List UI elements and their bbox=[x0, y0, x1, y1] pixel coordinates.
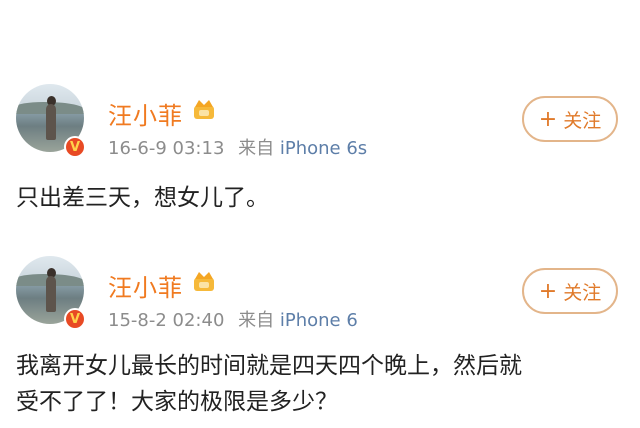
username[interactable]: 汪小菲 bbox=[108, 96, 183, 131]
post-meta: 15-8-2 02:40 来自 iPhone 6 bbox=[108, 306, 358, 332]
follow-button[interactable]: + 关注 bbox=[522, 268, 618, 314]
avatar-figure bbox=[46, 276, 56, 312]
follow-label: 关注 bbox=[563, 281, 602, 304]
post-text-line: 受不了了！大家的极限是多少？ bbox=[16, 389, 338, 415]
vip-crown-icon bbox=[194, 100, 214, 119]
verified-badge-icon: V bbox=[64, 308, 86, 330]
post-content: 只出差三天，想女儿了。 bbox=[16, 180, 626, 216]
post-source-prefix: 来自 bbox=[238, 138, 275, 159]
post-source-prefix: 来自 bbox=[238, 310, 275, 331]
follow-label: 关注 bbox=[563, 109, 602, 132]
plus-icon: + bbox=[538, 278, 558, 304]
avatar-figure bbox=[46, 104, 56, 140]
follow-button[interactable]: + 关注 bbox=[522, 96, 618, 142]
post-text-line: 我离开女儿最长的时间就是四天四个晚上，然后就 bbox=[16, 353, 522, 379]
post-content: 我离开女儿最长的时间就是四天四个晚上，然后就 受不了了！大家的极限是多少？ bbox=[16, 348, 626, 420]
username[interactable]: 汪小菲 bbox=[108, 268, 183, 303]
post-text: 只出差三天，想女儿了。 bbox=[16, 185, 269, 211]
post-device[interactable]: iPhone 6 bbox=[280, 310, 358, 331]
post-device[interactable]: iPhone 6s bbox=[280, 138, 367, 159]
post-timestamp: 15-8-2 02:40 bbox=[108, 310, 225, 331]
verified-badge-icon: V bbox=[64, 136, 86, 158]
plus-icon: + bbox=[538, 106, 558, 132]
post-timestamp: 16-6-9 03:13 bbox=[108, 138, 225, 159]
vip-crown-icon bbox=[194, 272, 214, 291]
post-meta: 16-6-9 03:13 来自 iPhone 6s bbox=[108, 134, 367, 160]
